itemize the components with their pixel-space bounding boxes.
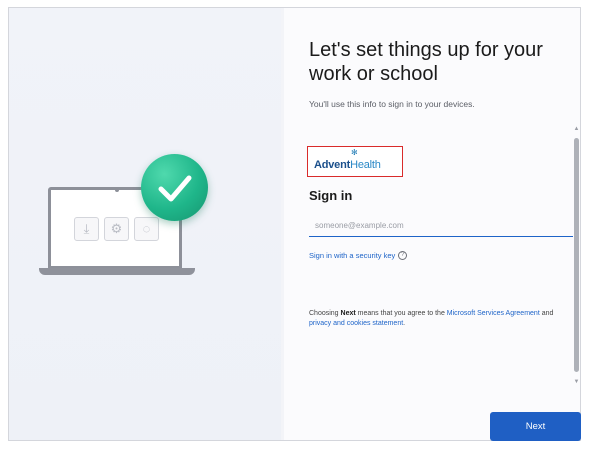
legal-prefix: Choosing [309, 310, 341, 317]
scrollbar-thumb[interactable] [574, 138, 579, 372]
next-button[interactable]: Next [490, 412, 581, 441]
signin-heading: Sign in [309, 188, 353, 203]
security-key-link[interactable]: Sign in with a security key ? [309, 251, 408, 260]
privacy-statement-link[interactable]: privacy and cookies statement [309, 320, 403, 327]
security-key-link-label[interactable]: Sign in with a security key [309, 251, 395, 260]
laptop-base-illustration [39, 268, 195, 275]
organization-logo: ✻ AdventHealth [307, 146, 403, 177]
settings-gear-icon: ⚙ [104, 217, 129, 241]
logo-mark-icon: ✻ [351, 148, 358, 157]
legal-middle: means that you agree to the [355, 310, 447, 317]
help-icon[interactable]: ? [398, 251, 408, 260]
services-agreement-link[interactable]: Microsoft Services Agreement [447, 310, 540, 317]
logo-text-light: Health [350, 159, 381, 171]
scroll-up-arrow-icon[interactable]: ▲ [573, 126, 580, 132]
scroll-down-arrow-icon[interactable]: ▼ [573, 379, 580, 385]
legal-next-word: Next [340, 310, 356, 317]
email-input[interactable] [309, 215, 573, 237]
logo-text: AdventHealth [314, 159, 381, 171]
page-subtitle: You'll use this info to sign in to your … [309, 99, 475, 109]
checkmark-icon [141, 154, 208, 221]
legal-suffix: . [403, 320, 406, 327]
download-icon: ⤓ [74, 217, 99, 241]
legal-and: and [539, 310, 554, 317]
page-title: Let's set things up for your work or sch… [309, 39, 543, 85]
laptop-camera-dot [115, 188, 119, 192]
legal-notice: Choosing Next means that you agree to th… [309, 309, 559, 329]
logo-text-bold: Advent [314, 159, 351, 171]
